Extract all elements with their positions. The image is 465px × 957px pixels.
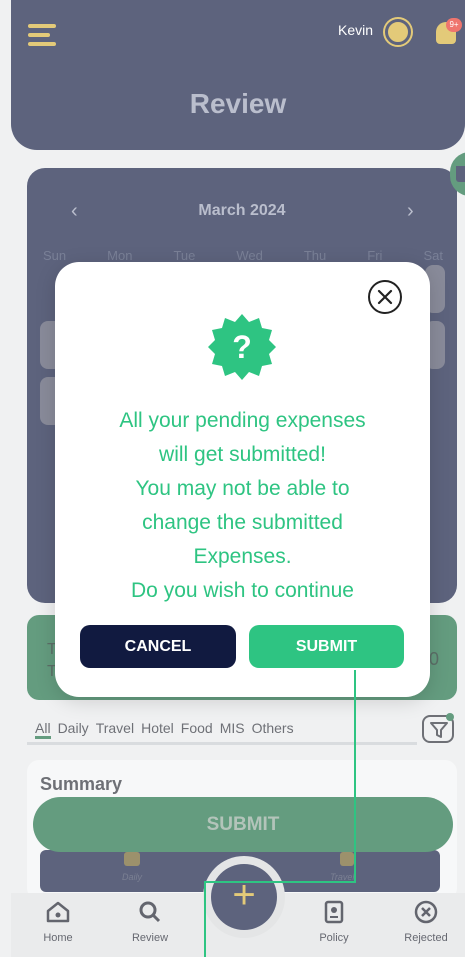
dialog-message-line: You may not be able to bbox=[135, 477, 350, 500]
dialog-message: All your pending expenses will get submi… bbox=[70, 404, 415, 608]
question-badge-icon: ? bbox=[208, 314, 276, 380]
dialog-message-line: Do you wish to continue bbox=[131, 579, 354, 602]
cancel-button[interactable]: CANCEL bbox=[80, 625, 236, 668]
dialog-message-line: will get submitted! bbox=[159, 443, 326, 466]
close-icon bbox=[377, 289, 393, 305]
dialog-message-line: change the submitted bbox=[142, 511, 343, 534]
submit-button[interactable]: SUBMIT bbox=[249, 625, 404, 668]
svg-text:?: ? bbox=[232, 329, 252, 365]
close-button[interactable] bbox=[368, 280, 402, 314]
dialog-message-line: All your pending expenses bbox=[119, 409, 366, 432]
app-screen: Kevin 9+ Review ‹ March 2024 › Sun Mon T… bbox=[0, 0, 465, 957]
dialog-message-line: Expenses. bbox=[193, 545, 292, 568]
